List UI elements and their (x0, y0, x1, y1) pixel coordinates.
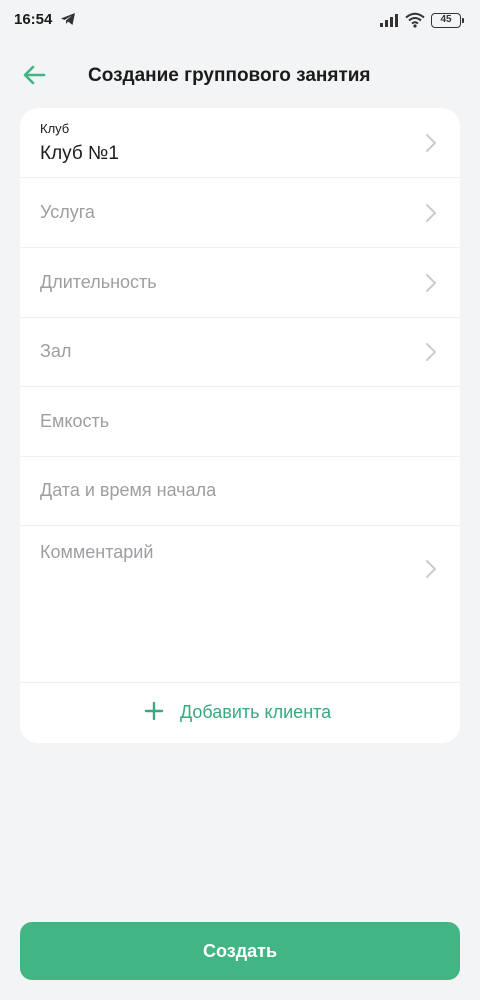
chevron-right-icon (426, 274, 436, 292)
capacity-field[interactable]: Емкость (20, 387, 460, 457)
create-button[interactable]: Создать (20, 922, 460, 980)
add-client-button[interactable]: Добавить клиента (20, 684, 460, 743)
hall-placeholder: Зал (40, 341, 72, 361)
arrow-left-icon[interactable] (20, 60, 50, 90)
chevron-right-icon (426, 134, 436, 152)
plus-icon (144, 701, 164, 721)
chevron-right-icon (426, 204, 436, 222)
comment-field[interactable]: Комментарий (20, 526, 460, 683)
page-title: Создание группового занятия (88, 65, 371, 86)
chevron-right-icon (426, 343, 436, 361)
capacity-placeholder: Емкость (40, 411, 110, 431)
start-datetime-field[interactable]: Дата и время начала (20, 456, 460, 526)
service-field[interactable]: Услуга (20, 178, 460, 248)
add-client-label: Добавить клиента (180, 702, 332, 722)
start-datetime-placeholder: Дата и время начала (40, 480, 217, 500)
club-value: Клуб №1 (40, 143, 119, 164)
comment-placeholder: Комментарий (40, 542, 154, 562)
signal-icon (380, 14, 398, 27)
club-field[interactable]: Клуб Клуб №1 (20, 108, 460, 178)
duration-placeholder: Длительность (40, 272, 157, 292)
battery-icon: 45 (431, 13, 464, 28)
header: Создание группового занятия (0, 52, 480, 98)
club-caption: Клуб (40, 121, 70, 136)
hall-field[interactable]: Зал (20, 317, 460, 387)
chevron-right-icon (426, 560, 436, 578)
wifi-icon (405, 12, 425, 28)
status-time: 16:54 (14, 11, 53, 28)
service-placeholder: Услуга (40, 202, 95, 222)
status-bar: 16:54 45 (0, 0, 480, 40)
telegram-icon (61, 13, 75, 25)
duration-field[interactable]: Длительность (20, 248, 460, 318)
form-card: Клуб Клуб №1 Услуга Длительность Зал Емк… (20, 108, 460, 743)
